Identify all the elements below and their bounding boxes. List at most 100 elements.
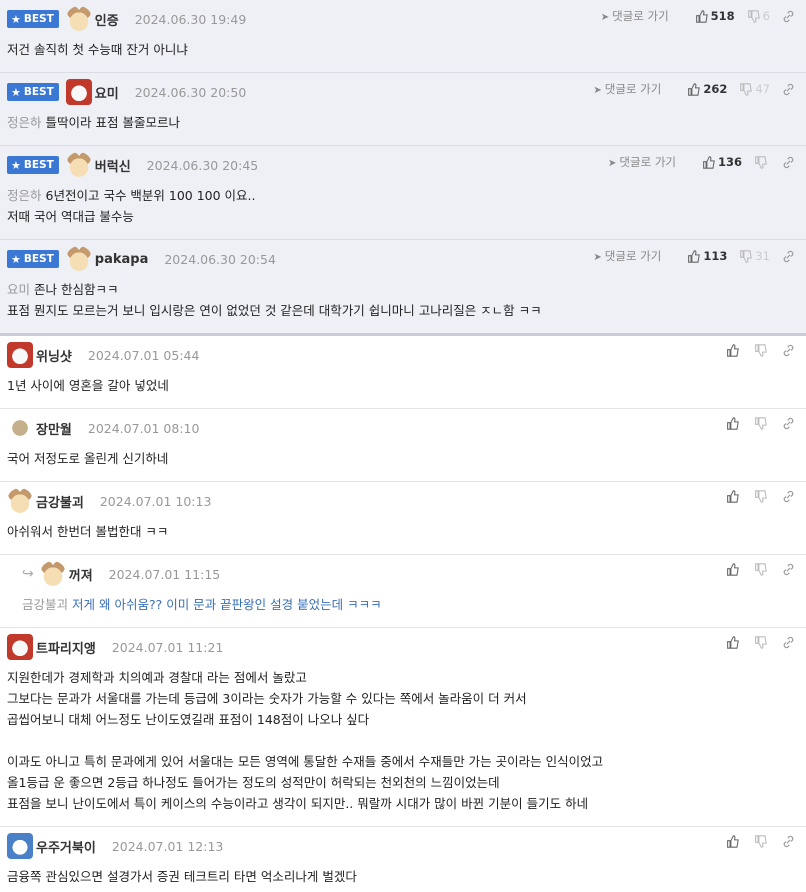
thumbs-down-icon — [755, 417, 767, 430]
reply-arrow-icon: ↪ — [22, 566, 34, 582]
downvote-button[interactable] — [754, 155, 770, 169]
upvote-button[interactable] — [726, 417, 742, 430]
upvote-button[interactable]: 136 — [702, 155, 742, 169]
avatar[interactable] — [65, 246, 92, 272]
share-link-button[interactable] — [782, 835, 798, 848]
mention[interactable]: 정은하 — [7, 115, 42, 130]
link-icon — [783, 563, 794, 576]
thumbs-up-icon — [695, 9, 708, 23]
upvote-button[interactable]: 113 — [687, 249, 727, 263]
downvote-button[interactable]: 47 — [739, 82, 770, 96]
best-badge: ★ BEST — [7, 10, 59, 28]
upvote-button[interactable] — [726, 636, 742, 649]
nickname[interactable]: 요미 — [95, 83, 119, 102]
nickname[interactable]: pakapa — [95, 252, 149, 267]
upvote-count: 136 — [717, 155, 742, 169]
timestamp: 2024.06.30 20:45 — [146, 157, 259, 173]
upvote-button[interactable]: 518 — [695, 9, 735, 23]
upvote-button[interactable]: 262 — [687, 82, 727, 96]
comment-item: ★ BEST 버럭신 2024.06.30 20:45 ➤ 댓글로 가기 136 정… — [0, 146, 806, 240]
avatar[interactable] — [65, 79, 92, 105]
downvote-count: 31 — [755, 249, 770, 263]
share-link-button[interactable] — [782, 490, 798, 503]
upvote-button[interactable] — [726, 344, 742, 357]
timestamp: 2024.07.01 12:13 — [111, 838, 224, 854]
share-link-button[interactable] — [782, 636, 798, 649]
avatar[interactable] — [65, 6, 92, 32]
thumbs-up-icon — [727, 490, 739, 503]
comment-item: 위닝샷 2024.07.01 05:44 1년 사이에 영혼을 갈아 넣었네 — [0, 336, 806, 409]
comment-body: 금강불괴 저게 왜 아쉬움?? 이미 문과 끝판왕인 설경 붙었는데 ㅋㅋㅋ — [22, 597, 382, 612]
share-link-button[interactable] — [782, 156, 798, 169]
avatar[interactable] — [7, 833, 33, 859]
downvote-button[interactable]: 31 — [739, 249, 770, 263]
thumbs-up-icon — [727, 563, 739, 576]
upvote-button[interactable] — [726, 563, 742, 576]
share-link-button[interactable] — [782, 344, 798, 357]
thumbs-down-icon — [740, 82, 753, 96]
upvote-button[interactable] — [726, 835, 742, 848]
comment-body: 아쉬워서 한번더 볼법한대 ㅋㅋ — [7, 524, 169, 539]
comment-list: ★ BEST 인증 2024.06.30 19:49 ➤ 댓글로 가기 518 6 … — [0, 0, 806, 892]
goto-comment-link[interactable]: ➤ 댓글로 가기 — [608, 154, 676, 170]
thumbs-down-icon — [747, 9, 760, 23]
thumbs-up-icon — [688, 82, 701, 96]
downvote-button[interactable] — [754, 835, 770, 848]
mention[interactable]: 요미 — [7, 282, 30, 297]
comment-item: ★ BEST 인증 2024.06.30 19:49 ➤ 댓글로 가기 518 6 … — [0, 0, 806, 73]
comment-body: 요미 존나 한심함ㅋㅋ 표점 뭔지도 모르는거 보니 입시랑은 연이 없었던 것 같… — [7, 282, 542, 318]
mention[interactable]: 금강불괴 — [22, 597, 68, 612]
nickname[interactable]: 버럭신 — [95, 156, 131, 175]
thumbs-up-icon — [703, 155, 715, 169]
share-link-button[interactable] — [782, 417, 798, 430]
thumbs-down-icon — [755, 490, 767, 503]
link-icon — [783, 344, 794, 357]
comment-body: 1년 사이에 영혼을 갈아 넣었네 — [7, 378, 169, 393]
link-icon — [783, 10, 794, 22]
thumbs-up-icon — [688, 249, 701, 263]
share-link-button[interactable] — [782, 10, 798, 23]
star-icon: ★ — [11, 85, 21, 99]
avatar[interactable] — [65, 152, 92, 178]
nickname[interactable]: 꺼져 — [69, 565, 93, 584]
downvote-button[interactable] — [754, 563, 770, 576]
timestamp: 2024.06.30 20:50 — [134, 84, 247, 100]
goto-comment-link[interactable]: ➤ 댓글로 가기 — [593, 248, 661, 264]
avatar[interactable] — [39, 561, 66, 587]
goto-comment-link[interactable]: ➤ 댓글로 가기 — [593, 81, 661, 97]
avatar[interactable] — [7, 634, 33, 660]
best-badge: ★ BEST — [7, 156, 59, 174]
upvote-count: 113 — [703, 249, 728, 263]
comment-body: 지원한데가 경제학과 치의예과 경찰대 라는 점에서 놀랐고 그보다는 문과가 서… — [7, 670, 604, 811]
comment-item: ★ BEST 요미 2024.06.30 20:50 ➤ 댓글로 가기 262 47… — [0, 73, 806, 146]
nickname[interactable]: 위닝샷 — [36, 346, 72, 365]
share-link-button[interactable] — [782, 563, 798, 576]
timestamp: 2024.07.01 11:21 — [111, 639, 224, 655]
share-link-button[interactable] — [782, 250, 798, 263]
comment-body: 정은하 6년전이고 국수 백분위 100 100 이요.. 저때 국어 역대급 불수… — [7, 188, 256, 224]
avatar[interactable] — [7, 342, 33, 368]
goto-comment-link[interactable]: ➤ 댓글로 가기 — [601, 8, 669, 24]
nickname[interactable]: 금강불괴 — [36, 492, 84, 511]
downvote-button[interactable] — [754, 490, 770, 503]
nickname[interactable]: 우주거북이 — [36, 837, 96, 856]
upvote-button[interactable] — [726, 490, 742, 503]
downvote-button[interactable]: 6 — [747, 9, 770, 23]
link-icon — [783, 835, 794, 848]
nickname[interactable]: 인증 — [95, 10, 119, 29]
comment-body: 저건 솔직히 첫 수능때 잔거 아니냐 — [7, 42, 188, 57]
share-link-button[interactable] — [782, 83, 798, 96]
avatar[interactable] — [7, 415, 33, 441]
downvote-button[interactable] — [754, 344, 770, 357]
timestamp: 2024.07.01 08:10 — [87, 420, 200, 436]
downvote-button[interactable] — [754, 417, 770, 430]
downvote-button[interactable] — [754, 636, 770, 649]
send-icon: ➤ — [608, 158, 617, 169]
mention[interactable]: 정은하 — [7, 188, 42, 203]
comment-body: 금융쪽 관심있으면 설경가서 증권 테크트리 타면 억소리나게 벌겠다 — [7, 869, 357, 884]
nickname[interactable]: 장만월 — [36, 419, 72, 438]
nickname[interactable]: 트파리지앵 — [36, 638, 96, 657]
avatar[interactable] — [7, 488, 33, 514]
send-icon: ➤ — [593, 85, 602, 96]
link-icon — [783, 250, 794, 262]
